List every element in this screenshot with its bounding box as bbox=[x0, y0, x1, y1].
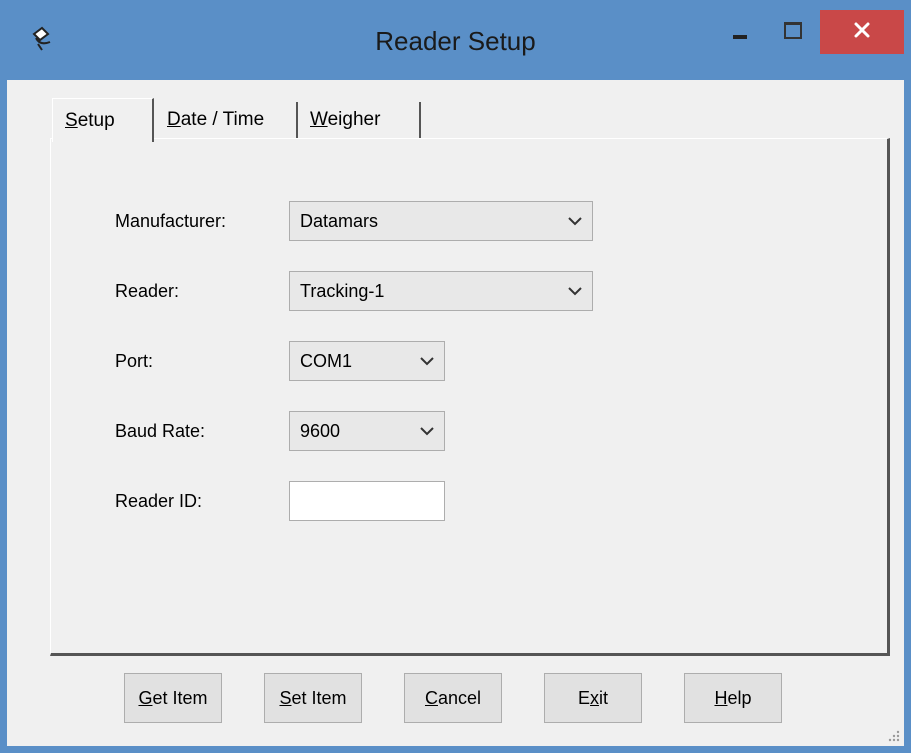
cancel-button[interactable]: Cancel bbox=[404, 673, 502, 723]
port-label: Port: bbox=[115, 351, 154, 371]
help-button[interactable]: Help bbox=[684, 673, 782, 723]
reader-id-label: Reader ID: bbox=[115, 491, 203, 511]
tab-weigher[interactable]: Weigher bbox=[298, 102, 421, 138]
reader-setup-window: Reader Setup Setup Date / Time Weigher M… bbox=[0, 0, 911, 753]
resize-grip-icon[interactable] bbox=[886, 728, 900, 742]
title-bar[interactable]: Reader Setup bbox=[0, 0, 911, 80]
exit-label: Exit bbox=[577, 687, 608, 708]
help-label: Help bbox=[714, 687, 752, 708]
get-item-button[interactable]: Get Item bbox=[124, 673, 222, 723]
cancel-label: Cancel bbox=[424, 687, 482, 708]
manufacturer-value: Datamars bbox=[300, 210, 379, 231]
chevron-down-icon bbox=[568, 287, 582, 296]
maximize-button[interactable] bbox=[773, 10, 813, 50]
chevron-down-icon bbox=[420, 427, 434, 436]
reader-id-input[interactable] bbox=[289, 481, 445, 521]
reader-select[interactable]: Tracking-1 bbox=[289, 271, 593, 311]
tab-setup-label: Setup bbox=[65, 109, 115, 131]
client-area: Setup Date / Time Weigher Manufacturer: … bbox=[7, 80, 904, 746]
maximize-icon bbox=[784, 21, 802, 39]
chevron-down-icon bbox=[420, 357, 434, 366]
baud-rate-value: 9600 bbox=[300, 420, 341, 441]
set-item-button[interactable]: Set Item bbox=[264, 673, 362, 723]
exit-button[interactable]: Exit bbox=[544, 673, 642, 723]
chevron-down-icon bbox=[568, 217, 582, 226]
tab-weigher-label: Weigher bbox=[310, 109, 381, 130]
manufacturer-select[interactable]: Datamars bbox=[289, 201, 593, 241]
tab-setup[interactable]: Setup bbox=[52, 98, 154, 142]
baud-rate-label: Baud Rate: bbox=[115, 421, 206, 441]
manufacturer-label: Manufacturer: bbox=[115, 211, 227, 231]
setup-tab-panel: Manufacturer: Datamars Reader: Tracking-… bbox=[50, 138, 890, 656]
close-button[interactable] bbox=[820, 10, 904, 54]
reader-value: Tracking-1 bbox=[300, 280, 385, 301]
port-value: COM1 bbox=[300, 350, 353, 371]
port-select[interactable]: COM1 bbox=[289, 341, 445, 381]
baud-rate-select[interactable]: 9600 bbox=[289, 411, 445, 451]
get-item-label: Get Item bbox=[138, 687, 208, 708]
set-item-label: Set Item bbox=[279, 687, 347, 708]
reader-label: Reader: bbox=[115, 281, 180, 301]
minimize-icon bbox=[733, 35, 747, 39]
tab-date-time[interactable]: Date / Time bbox=[155, 102, 298, 138]
tab-date-time-label: Date / Time bbox=[167, 109, 265, 130]
close-icon bbox=[853, 21, 871, 44]
minimize-button[interactable] bbox=[720, 10, 760, 50]
